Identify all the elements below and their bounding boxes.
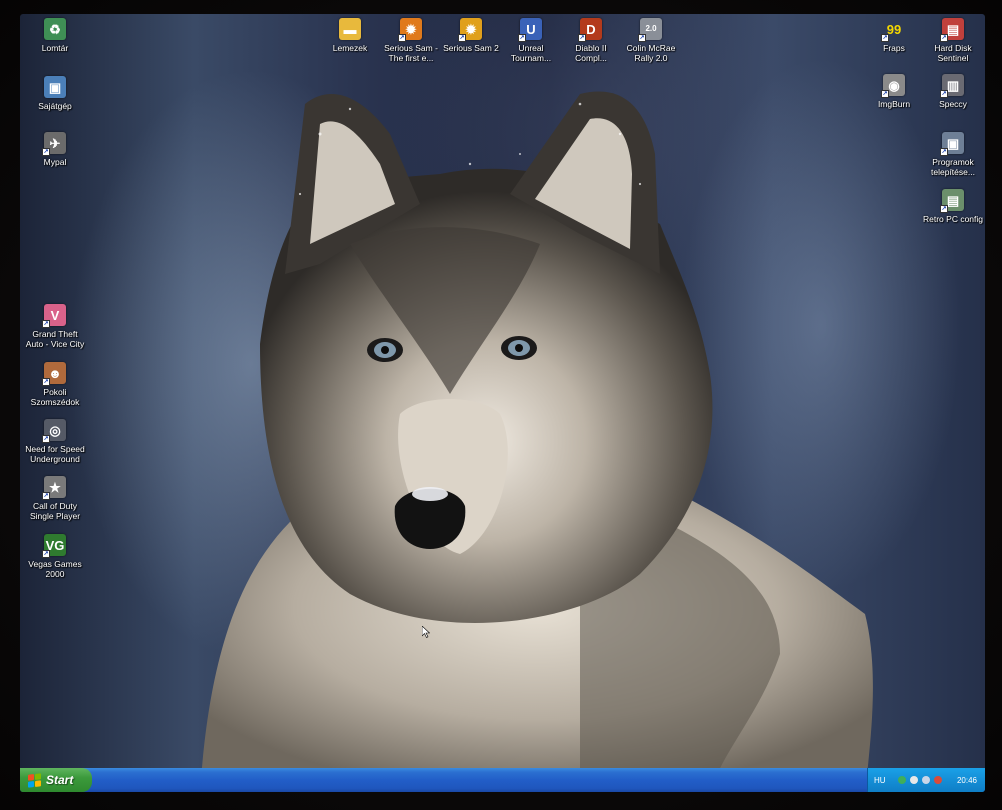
hard-disk-sentinel-icon: ▤ ↗ (940, 18, 964, 42)
programok-telepitese-icon: ▣ ↗ (940, 132, 964, 156)
desktop-shortcut-label: Retro PC config (923, 214, 983, 224)
shortcut-arrow-icon: ↗ (42, 320, 50, 328)
desktop-shortcut-label: Fraps (883, 43, 905, 53)
shortcut-arrow-icon: ↗ (458, 34, 466, 42)
start-button[interactable]: Start (20, 768, 92, 792)
desktop-shortcut-label: Unreal Tournam... (510, 43, 552, 63)
desktop-shortcut-label: Sajátgép (38, 101, 72, 111)
colin-mcrae-rally-icon: 2.0 ↗ (638, 18, 662, 42)
diablo-ii-icon: D ↗ (578, 18, 602, 42)
desktop-shortcut-label: Need for Speed Underground (25, 444, 85, 464)
desktop-shortcut-label: Serious Sam 2 (443, 43, 499, 53)
desktop-shortcut[interactable]: ▤ ↗ Retro PC config (918, 189, 985, 224)
desktop-shortcut-label: ImgBurn (877, 99, 911, 109)
taskbar-clock[interactable]: 20:46 (957, 776, 977, 785)
unreal-tournament-icon: U ↗ (518, 18, 542, 42)
desktop-shortcut-label: Mypal (43, 157, 67, 167)
desktop-shortcut[interactable]: ▥ ↗ Speccy (918, 74, 985, 109)
shortcut-arrow-icon: ↗ (940, 34, 948, 42)
call-of-duty-icon: ★ ↗ (42, 476, 66, 500)
shortcut-arrow-icon: ↗ (42, 435, 50, 443)
desktop-shortcut-label: Call of Duty Single Player (29, 501, 81, 521)
fraps-icon: 99 ↗ (881, 21, 902, 42)
taskbar: Start HU 20:46 (20, 768, 985, 792)
desktop-shortcut[interactable]: ▤ ↗ Hard Disk Sentinel (918, 18, 985, 63)
tray-network-icon[interactable] (897, 776, 906, 784)
desktop-screen[interactable]: Start HU 20:46 ♻ Lomtár ▣ Sajátgép ✈ ↗ Mypal V ↗… (20, 14, 985, 792)
desktop-shortcut[interactable]: VG ↗ Vegas Games 2000 (20, 534, 90, 579)
shortcut-arrow-icon: ↗ (398, 34, 406, 42)
retro-pc-config-icon: ▤ ↗ (940, 189, 964, 213)
speccy-icon: ▥ ↗ (940, 74, 964, 98)
windows-logo-icon (28, 772, 41, 788)
shortcut-arrow-icon: ↗ (940, 148, 948, 156)
desktop-shortcut-label: Speccy (939, 99, 967, 109)
desktop-shortcut-label: Lomtár (41, 43, 69, 53)
sajatgep-icon: ▣ (44, 76, 66, 98)
serious-sam-first-icon: ✹ ↗ (398, 18, 422, 42)
shortcut-arrow-icon: ↗ (518, 34, 526, 42)
desktop-shortcut-label: Programok telepítése... (931, 157, 975, 177)
desktop-shortcut[interactable]: 2.0 ↗ Colin McRae Rally 2.0 (616, 18, 686, 63)
desktop-shortcut-label: Colin McRae Rally 2.0 (626, 43, 676, 63)
shortcut-arrow-icon: ↗ (638, 34, 646, 42)
shortcut-arrow-icon: ↗ (578, 34, 586, 42)
tray-display-icon[interactable] (921, 776, 930, 784)
tray-volume-icon[interactable] (909, 776, 918, 784)
imgburn-icon: ◉ ↗ (881, 74, 905, 98)
desktop-shortcut-label: Serious Sam - The first e... (384, 43, 438, 63)
shortcut-arrow-icon: ↗ (42, 378, 50, 386)
desktop-shortcut[interactable]: ✈ ↗ Mypal (20, 132, 90, 167)
language-indicator[interactable]: HU (874, 776, 886, 785)
desktop-shortcut[interactable]: ◎ ↗ Need for Speed Underground (20, 419, 90, 464)
desktop-shortcut[interactable]: ▬ Lemezek (315, 18, 385, 53)
desktop-shortcut[interactable]: ♻ Lomtár (20, 18, 90, 53)
shortcut-arrow-icon: ↗ (881, 90, 889, 98)
shortcut-arrow-icon: ↗ (42, 550, 50, 558)
tray-security-icon[interactable] (933, 776, 942, 784)
desktop-shortcut-label: Pokoli Szomszédok (30, 387, 80, 407)
desktop-shortcut-label: Hard Disk Sentinel (934, 43, 972, 63)
lemezek-folder-icon: ▬ (339, 18, 361, 40)
desktop-shortcut-label: Vegas Games 2000 (28, 559, 82, 579)
mouse-pointer-icon (422, 626, 430, 638)
shortcut-arrow-icon: ↗ (42, 148, 50, 156)
gta-vice-city-icon: V ↗ (42, 304, 66, 328)
desktop-shortcut-label: Diablo II Compl... (575, 43, 607, 63)
desktop-shortcut[interactable]: V ↗ Grand Theft Auto - Vice City (20, 304, 90, 349)
desktop-shortcut[interactable]: ☻ ↗ Pokoli Szomszédok (20, 362, 90, 407)
shortcut-arrow-icon: ↗ (940, 205, 948, 213)
desktop-shortcut[interactable]: ▣ ↗ Programok telepítése... (918, 132, 985, 177)
need-for-speed-underground-icon: ◎ ↗ (42, 419, 66, 443)
wolf-wallpaper (200, 91, 873, 792)
mypal-icon: ✈ ↗ (42, 132, 66, 156)
desktop-shortcut[interactable]: ▣ Sajátgép (20, 76, 90, 111)
desktop-shortcut-label: Grand Theft Auto - Vice City (25, 329, 85, 349)
lomtar-icon: ♻ (44, 18, 66, 40)
start-label: Start (46, 773, 74, 787)
shortcut-arrow-icon: ↗ (881, 34, 889, 42)
system-tray: HU 20:46 (867, 768, 985, 792)
vegas-games-2000-icon: VG ↗ (42, 534, 66, 558)
shortcut-arrow-icon: ↗ (42, 492, 50, 500)
serious-sam-2-icon: ✹ ↗ (458, 18, 482, 42)
shortcut-arrow-icon: ↗ (940, 90, 948, 98)
desktop-shortcut-label: Lemezek (332, 43, 368, 53)
pokoli-szomszedok-icon: ☻ ↗ (42, 362, 66, 386)
monitor-bezel: Start HU 20:46 ♻ Lomtár ▣ Sajátgép ✈ ↗ Mypal V ↗… (0, 0, 1002, 810)
desktop-shortcut[interactable]: ★ ↗ Call of Duty Single Player (20, 476, 90, 521)
